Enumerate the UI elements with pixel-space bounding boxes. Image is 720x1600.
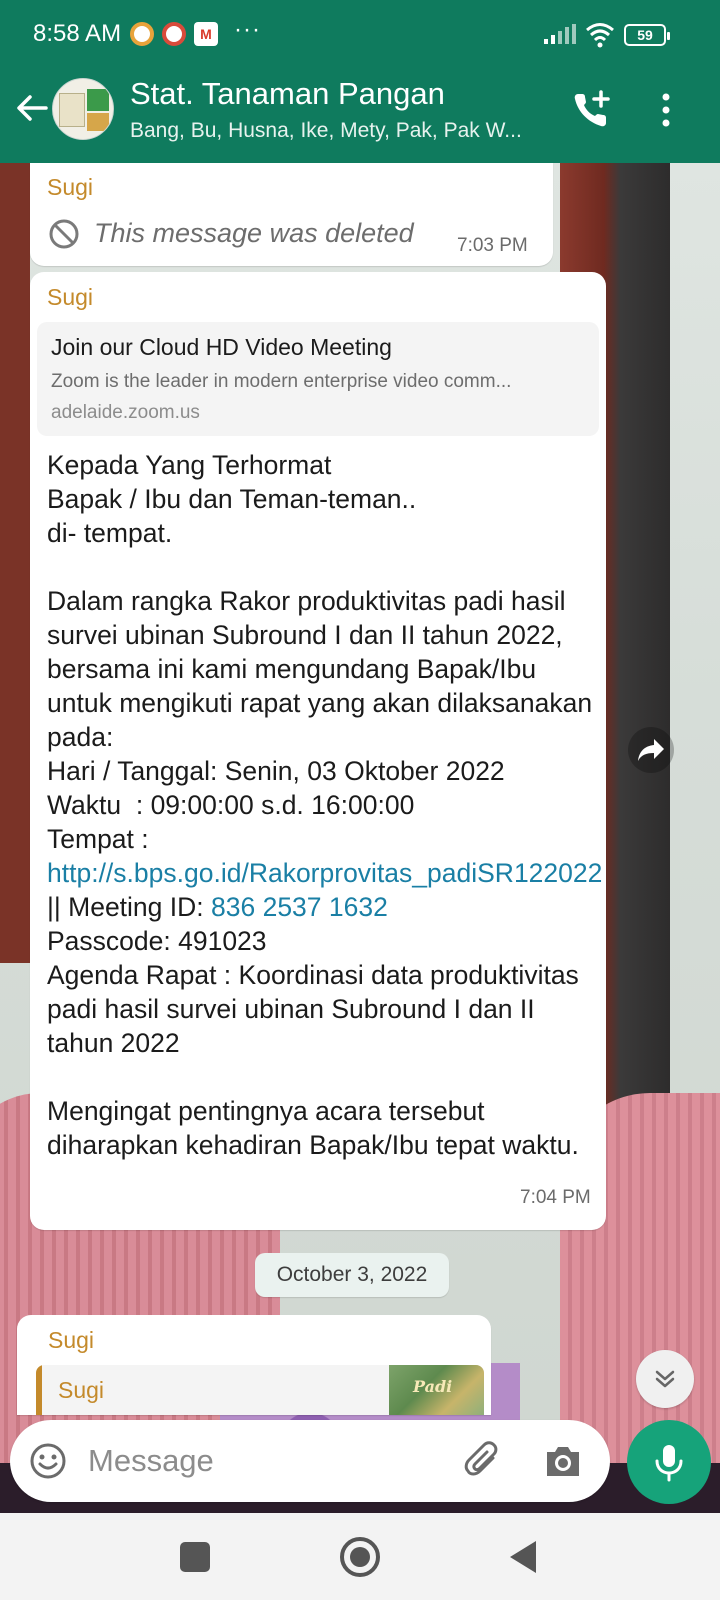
signal-icon bbox=[544, 24, 576, 44]
quote-accent-bar bbox=[36, 1365, 42, 1415]
microphone-icon bbox=[655, 1445, 683, 1482]
quoted-image-thumbnail: Padi bbox=[389, 1365, 484, 1415]
group-avatar[interactable] bbox=[52, 78, 114, 140]
message-body-text: Passcode: 491023 Agenda Rapat : Koordina… bbox=[47, 926, 579, 1160]
status-time: 8:58 AM bbox=[33, 20, 122, 47]
thumbnail-text: Padi bbox=[413, 1377, 453, 1396]
message-sender: Sugi bbox=[48, 1327, 95, 1353]
chat-header: 8:58 AM M ··· 59 Stat. Tanaman Pangan Ba… bbox=[0, 0, 720, 163]
message-time: 7:03 PM bbox=[457, 235, 528, 256]
date-separator: October 3, 2022 bbox=[255, 1253, 449, 1297]
quoted-message[interactable]: Sugi Padi bbox=[36, 1365, 484, 1415]
double-chevron-down-icon bbox=[655, 1370, 675, 1388]
link-preview-description: Zoom is the leader in modern enterprise … bbox=[51, 371, 512, 392]
chat-title[interactable]: Stat. Tanaman Pangan bbox=[130, 76, 445, 112]
scroll-to-bottom-button[interactable] bbox=[636, 1350, 694, 1408]
chat-members[interactable]: Bang, Bu, Husna, Ike, Mety, Pak, Pak W..… bbox=[130, 119, 550, 143]
forward-icon bbox=[638, 739, 664, 761]
recent-apps-icon[interactable] bbox=[180, 1542, 210, 1572]
home-icon[interactable] bbox=[340, 1537, 380, 1577]
message-body-text: Kepada Yang Terhormat Bapak / Ibu dan Te… bbox=[47, 450, 593, 854]
link-preview-domain: adelaide.zoom.us bbox=[51, 402, 200, 423]
more-notifications-icon: ··· bbox=[234, 16, 261, 43]
message-bubble-invitation[interactable]: Sugi Join our Cloud HD Video Meeting Zoo… bbox=[30, 272, 606, 1230]
battery-icon: 59 bbox=[624, 24, 670, 46]
message-time: 7:04 PM bbox=[520, 1187, 591, 1208]
add-call-icon[interactable] bbox=[570, 88, 614, 132]
message-input[interactable] bbox=[88, 1440, 448, 1482]
emoji-icon[interactable] bbox=[28, 1441, 68, 1481]
message-bubble-deleted[interactable]: Sugi This message was deleted 7:03 PM bbox=[30, 163, 553, 266]
deleted-message-text: This message was deleted bbox=[94, 218, 414, 248]
nav-back-icon[interactable] bbox=[510, 1541, 536, 1573]
forward-button[interactable] bbox=[628, 727, 674, 773]
meeting-id-link[interactable]: 836 2537 1632 bbox=[211, 892, 388, 922]
message-body: Kepada Yang Terhormat Bapak / Ibu dan Te… bbox=[47, 448, 602, 1162]
message-sender: Sugi bbox=[47, 174, 94, 200]
attach-icon[interactable] bbox=[463, 1440, 503, 1482]
quoted-sender: Sugi bbox=[58, 1377, 105, 1403]
wifi-icon bbox=[586, 23, 614, 48]
message-composer bbox=[10, 1420, 610, 1502]
more-options-icon[interactable] bbox=[656, 90, 676, 130]
message-sender: Sugi bbox=[47, 284, 94, 310]
wallpaper-door-frame-left bbox=[0, 163, 30, 963]
status-bar: 8:58 AM M ··· 59 bbox=[0, 0, 720, 70]
system-navigation-bar bbox=[0, 1513, 720, 1600]
camera-icon[interactable] bbox=[543, 1442, 583, 1480]
gmail-icon: M bbox=[194, 22, 218, 46]
meeting-link[interactable]: http://s.bps.go.id/Rakorprovitas_padiSR1… bbox=[47, 858, 602, 888]
chrome-icon bbox=[130, 22, 154, 46]
chrome-icon bbox=[162, 22, 186, 46]
message-bubble-reply[interactable]: Sugi Sugi Padi bbox=[17, 1315, 491, 1415]
deleted-icon bbox=[49, 219, 79, 249]
voice-message-button[interactable] bbox=[627, 1420, 711, 1504]
back-arrow-icon[interactable] bbox=[12, 88, 52, 128]
link-preview-title: Join our Cloud HD Video Meeting bbox=[51, 334, 392, 360]
link-preview-card[interactable]: Join our Cloud HD Video Meeting Zoom is … bbox=[37, 322, 599, 436]
